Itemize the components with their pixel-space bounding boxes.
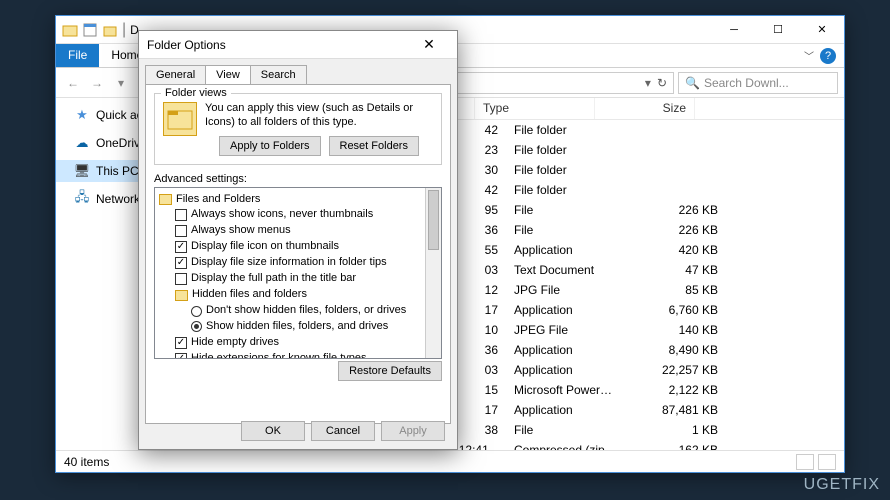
checkbox[interactable] [175, 257, 187, 269]
tree-item[interactable]: Don't show hidden files, folders, or dri… [157, 303, 439, 319]
radio[interactable] [191, 321, 202, 332]
tree-item[interactable]: Display file icon on thumbnails [157, 239, 439, 255]
tree-item-label: Always show icons, never thumbnails [191, 207, 373, 223]
reset-folders-button[interactable]: Reset Folders [329, 136, 419, 156]
tree-item[interactable]: Hide empty drives [157, 335, 439, 351]
checkbox[interactable] [175, 353, 187, 359]
tree-item[interactable]: Hidden files and folders [157, 287, 439, 303]
status-bar: 40 items [56, 450, 844, 472]
folder-views-desc: You can apply this view (such as Details… [205, 102, 433, 130]
tree-item-label: Display the full path in the title bar [191, 271, 356, 287]
tree-item-label: Hide empty drives [191, 335, 279, 351]
dialog-panel: Folder views You can apply this view (su… [145, 84, 451, 424]
tree-item[interactable]: Display the full path in the title bar [157, 271, 439, 287]
tree-item[interactable]: Display file size information in folder … [157, 255, 439, 271]
search-placeholder: Search Downl... [704, 76, 789, 90]
folder-views-legend: Folder views [161, 87, 231, 99]
advanced-settings-tree[interactable]: Files and Folders Always show icons, nev… [154, 187, 442, 359]
checkbox[interactable] [175, 225, 187, 237]
checkbox[interactable] [175, 209, 187, 221]
properties-icon[interactable] [82, 22, 98, 38]
new-folder-icon[interactable] [102, 22, 118, 38]
item-count: 40 items [64, 455, 109, 469]
col-size[interactable]: Size [595, 98, 695, 119]
sidebar-item-label: Network [96, 192, 140, 206]
folder-icon [175, 290, 188, 301]
close-button[interactable]: ✕ [800, 16, 844, 44]
advanced-settings-label: Advanced settings: [154, 173, 442, 185]
ribbon-chevron-icon[interactable]: ﹀ [804, 48, 814, 63]
tab-search[interactable]: Search [250, 65, 307, 84]
help-icon[interactable]: ? [820, 48, 836, 64]
checkbox[interactable] [175, 273, 187, 285]
nav-forward-icon[interactable]: → [86, 72, 108, 94]
folder-views-group: Folder views You can apply this view (su… [154, 93, 442, 165]
nav-recent-icon[interactable]: ▾ [110, 72, 132, 94]
dialog-close-button[interactable]: ✕ [409, 32, 449, 58]
checkbox[interactable] [175, 337, 187, 349]
qat-separator: | [122, 21, 126, 39]
tree-item-label: Always show menus [191, 223, 291, 239]
maximize-button[interactable]: ☐ [756, 16, 800, 44]
apply-to-folders-button[interactable]: Apply to Folders [219, 136, 320, 156]
radio[interactable] [191, 306, 202, 317]
tree-item-label: Hidden files and folders [192, 287, 307, 303]
nav-back-icon[interactable]: ← [62, 72, 84, 94]
ok-button[interactable]: OK [241, 421, 305, 441]
search-input[interactable]: 🔍 Search Downl... [678, 72, 838, 94]
restore-defaults-button[interactable]: Restore Defaults [338, 361, 442, 381]
tree-item-label: Don't show hidden files, folders, or dri… [206, 303, 406, 319]
dialog-title: Folder Options [147, 38, 226, 52]
refresh-icon[interactable]: ↻ [657, 76, 667, 90]
watermark: UGETFIX [804, 476, 880, 494]
apply-button[interactable]: Apply [381, 421, 445, 441]
search-icon: 🔍 [685, 76, 700, 90]
col-type[interactable]: Type [475, 98, 595, 119]
tree-item[interactable]: Show hidden files, folders, and drives [157, 319, 439, 335]
checkbox[interactable] [175, 241, 187, 253]
dialog-titlebar: Folder Options ✕ [139, 31, 457, 59]
cloud-icon: ☁ [74, 135, 90, 151]
star-icon: ★ [74, 107, 90, 123]
scrollbar-thumb[interactable] [428, 190, 439, 250]
details-view-icon[interactable] [796, 454, 814, 470]
large-icons-view-icon[interactable] [818, 454, 836, 470]
network-icon: 🖧 [74, 191, 90, 207]
dialog-tabs: General View Search [139, 59, 457, 84]
folder-icon [62, 22, 78, 38]
tree-root-label: Files and Folders [176, 192, 260, 208]
tree-item-label: Display file size information in folder … [191, 255, 387, 271]
folder-views-icon [163, 102, 197, 136]
folder-icon [159, 194, 172, 205]
cancel-button[interactable]: Cancel [311, 421, 375, 441]
tree-item[interactable]: Always show menus [157, 223, 439, 239]
sidebar-item-label: This PC [96, 164, 139, 178]
tab-general[interactable]: General [145, 65, 206, 84]
tree-item-label: Show hidden files, folders, and drives [206, 319, 388, 335]
tree-root: Files and Folders [157, 192, 439, 208]
tree-item-label: Display file icon on thumbnails [191, 239, 339, 255]
tree-item-label: Hide extensions for known file types [191, 351, 366, 359]
folder-options-dialog: Folder Options ✕ General View Search Fol… [138, 30, 458, 450]
minimize-button[interactable]: ─ [712, 16, 756, 44]
tree-scrollbar[interactable] [425, 188, 441, 358]
dialog-buttons: OK Cancel Apply [241, 421, 445, 441]
tree-item[interactable]: Hide extensions for known file types [157, 351, 439, 359]
tab-file[interactable]: File [56, 44, 99, 67]
tree-item[interactable]: Always show icons, never thumbnails [157, 207, 439, 223]
tab-view[interactable]: View [205, 65, 251, 84]
monitor-icon: 🖥 [74, 163, 90, 179]
